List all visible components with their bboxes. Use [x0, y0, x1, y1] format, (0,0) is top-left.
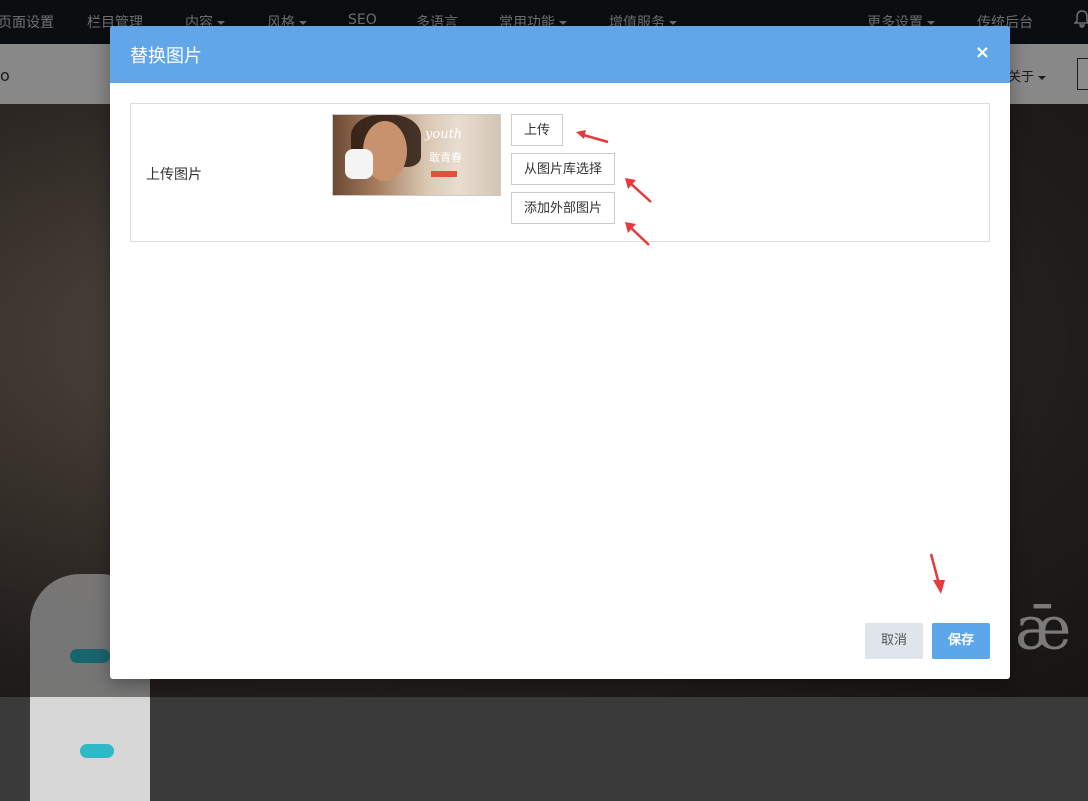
annotation-arrow-icon — [625, 222, 650, 246]
add-external-image-button[interactable]: 添加外部图片 — [511, 192, 616, 224]
modal-title: 替换图片 — [130, 46, 202, 67]
modal-header: 替换图片 × — [110, 26, 1010, 83]
thumbnail-tag — [431, 171, 457, 177]
choose-from-library-button[interactable]: 从图片库选择 — [511, 153, 616, 185]
thumbnail-subtext: 敢青春 — [429, 151, 462, 164]
save-button[interactable]: 保存 — [932, 623, 990, 659]
annotation-arrow-icon — [576, 130, 609, 144]
upload-image-panel: 上传图片 youth 敢青春 上传 从图片库选择 添加外部图片 — [130, 103, 990, 246]
thumbnail-text: youth — [425, 127, 463, 142]
hero-device-light — [80, 744, 114, 758]
annotation-arrow-icon — [625, 178, 652, 203]
cancel-button[interactable]: 取消 — [865, 623, 923, 659]
upload-button[interactable]: 上传 — [511, 114, 564, 146]
close-icon[interactable]: × — [975, 42, 990, 63]
upload-image-label: 上传图片 — [146, 167, 202, 183]
replace-image-modal: 替换图片 × 上传图片 youth 敢青春 上传 从图片库选择 添加外部图片 取… — [110, 26, 1010, 679]
annotation-arrow-icon — [929, 553, 945, 594]
thumbnail-device — [345, 149, 373, 179]
image-thumbnail: youth 敢青春 — [332, 114, 501, 196]
